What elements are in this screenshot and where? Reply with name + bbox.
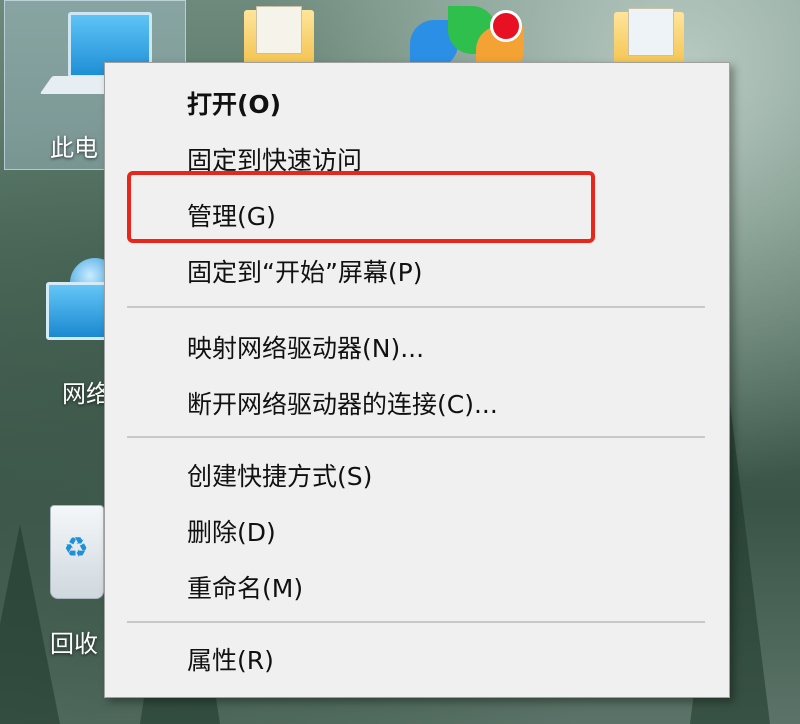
this-pc-label: 此电 — [50, 134, 98, 162]
network-label: 网络 — [62, 380, 110, 408]
document-icon — [256, 6, 302, 54]
notification-badge — [490, 10, 522, 42]
manage-highlight-box — [127, 171, 595, 243]
menu-separator — [127, 306, 705, 308]
recycle-symbol-icon: ♻ — [63, 531, 89, 564]
menu-separator — [127, 436, 705, 438]
menu-item-delete[interactable]: 删除(D) — [106, 505, 728, 557]
menu-separator — [127, 621, 705, 623]
menu-item-rename[interactable]: 重命名(M) — [106, 561, 728, 613]
document-icon — [628, 8, 674, 56]
recycle-bin-label: 回收 — [50, 630, 98, 658]
menu-item-open[interactable]: 打开(O) — [106, 77, 728, 129]
context-menu: 打开(O) 固定到快速访问 管理(G) 固定到“开始”屏幕(P) 映射网络驱动器… — [104, 62, 730, 698]
menu-item-create-shortcut[interactable]: 创建快捷方式(S) — [106, 449, 728, 501]
menu-item-map-drive[interactable]: 映射网络驱动器(N)... — [106, 321, 728, 373]
network-desktop-icon[interactable]: 网络 — [0, 240, 122, 420]
menu-item-pin-start[interactable]: 固定到“开始”屏幕(P) — [106, 245, 728, 297]
recycle-bin-desktop-icon[interactable]: ♻ 回收 — [0, 490, 104, 670]
menu-item-disconnect-drive[interactable]: 断开网络驱动器的连接(C)... — [106, 377, 728, 429]
menu-item-properties[interactable]: 属性(R) — [106, 633, 728, 685]
